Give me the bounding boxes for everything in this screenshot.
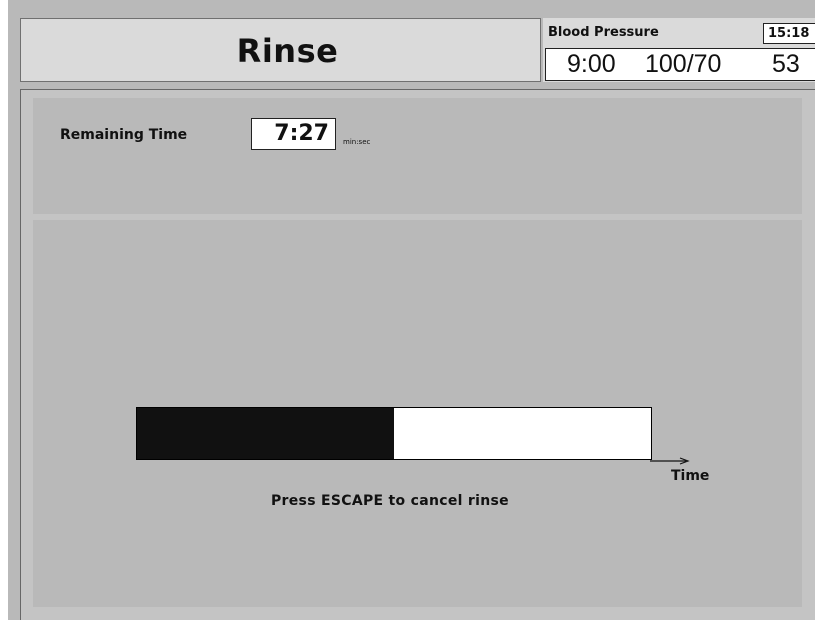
blood-pressure-readout: 9:00 100/70 53 [545,48,815,81]
rinse-screen: Rinse Blood Pressure 15:18 9:00 100/70 5… [8,0,815,620]
bp-pressure-value: 100/70 [645,50,722,78]
clock-display: 15:18 [763,23,815,44]
blood-pressure-panel: Blood Pressure 15:18 9:00 100/70 53 [543,18,815,82]
main-frame: Remaining Time 7:27 min:sec Time Press E… [20,89,815,620]
escape-instruction: Press ESCAPE to cancel rinse [271,493,509,509]
progress-panel: Time Press ESCAPE to cancel rinse [33,220,802,607]
bp-pulse-value: 53 [772,50,800,78]
rinse-progress-fill [137,408,394,459]
rinse-progress-bar [136,407,652,460]
blood-pressure-label: Blood Pressure [548,25,659,40]
bp-measure-time: 9:00 [567,50,616,78]
title-bar: Rinse [20,18,541,82]
remaining-time-unit: min:sec [343,138,371,146]
time-axis-label: Time [671,468,710,484]
remaining-time-value: 7:27 [251,118,336,150]
page-title: Rinse [236,32,339,70]
remaining-time-panel: Remaining Time 7:27 min:sec [33,98,802,214]
remaining-time-label: Remaining Time [60,127,188,143]
time-axis-arrow-icon [650,457,690,465]
